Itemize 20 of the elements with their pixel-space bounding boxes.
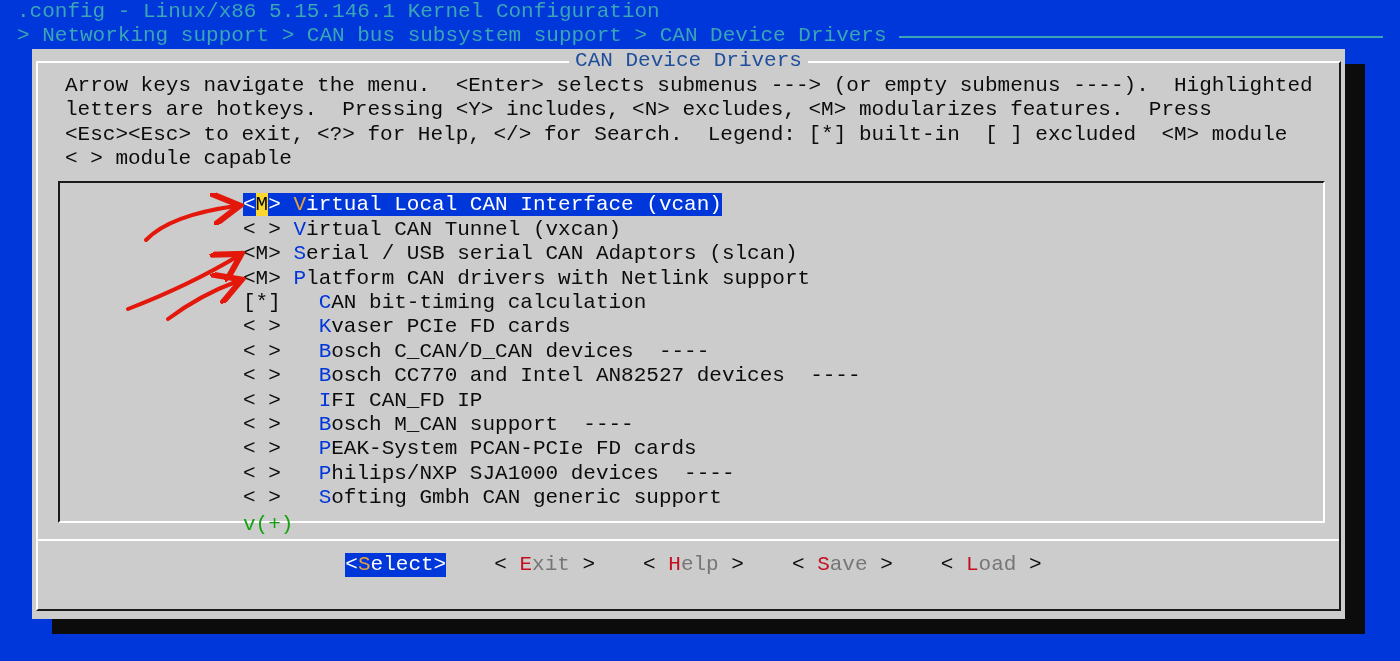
dialog-button[interactable]: < Exit > [494,552,596,578]
menu-item[interactable]: <M> Virtual Local CAN Interface (vcan) [243,193,722,217]
menu-item[interactable]: < > Bosch CC770 and Intel AN82527 devices ---- [243,364,861,388]
scroll-more-indicator: v(+) [243,513,294,537]
menu-item[interactable]: < > Kvaser PCIe FD cards [243,315,571,339]
menu-item[interactable]: < > Bosch C_CAN/D_CAN devices ---- [243,339,710,363]
menu-item[interactable]: < > IFI CAN_FD IP [243,388,483,412]
menu-item[interactable]: < > Virtual CAN Tunnel (vxcan) [243,217,622,241]
menu-item[interactable]: < > PEAK-System PCAN-PCIe FD cards [243,437,697,461]
dialog-button[interactable]: < Load > [940,552,1042,578]
dialog-button[interactable]: < Save > [791,552,893,578]
menu-item[interactable]: < > Bosch M_CAN support ---- [243,412,634,436]
help-text: Arrow keys navigate the menu. <Enter> selects submenus ---> (or empty submenus ----). Highlighted letters are hotkeys. Pressing <Y> includes, <N> excludes, <M> modularizes features. Press <Esc><Esc> to exit, <?> for Help, </> for Search. Legend: [*] built-in [ ] excluded <M> module < > module capable [64,72,1313,172]
menu-item[interactable]: < > Philips/NXP SJA1000 devices ---- [243,461,735,485]
breadcrumb: > Networking support > CAN bus subsystem support > CAN Device Drivers [17,24,887,49]
window-title: .config - Linux/x86 5.15.146.1 Kernel Configuration [17,0,660,25]
dialog-button[interactable]: < Help > [643,552,744,578]
menu-item[interactable]: < > Softing Gmbh CAN generic support [243,486,722,510]
dialog-button[interactable]: <Select> [345,552,447,578]
menu-item[interactable]: [*] CAN bit-timing calculation [243,291,647,314]
